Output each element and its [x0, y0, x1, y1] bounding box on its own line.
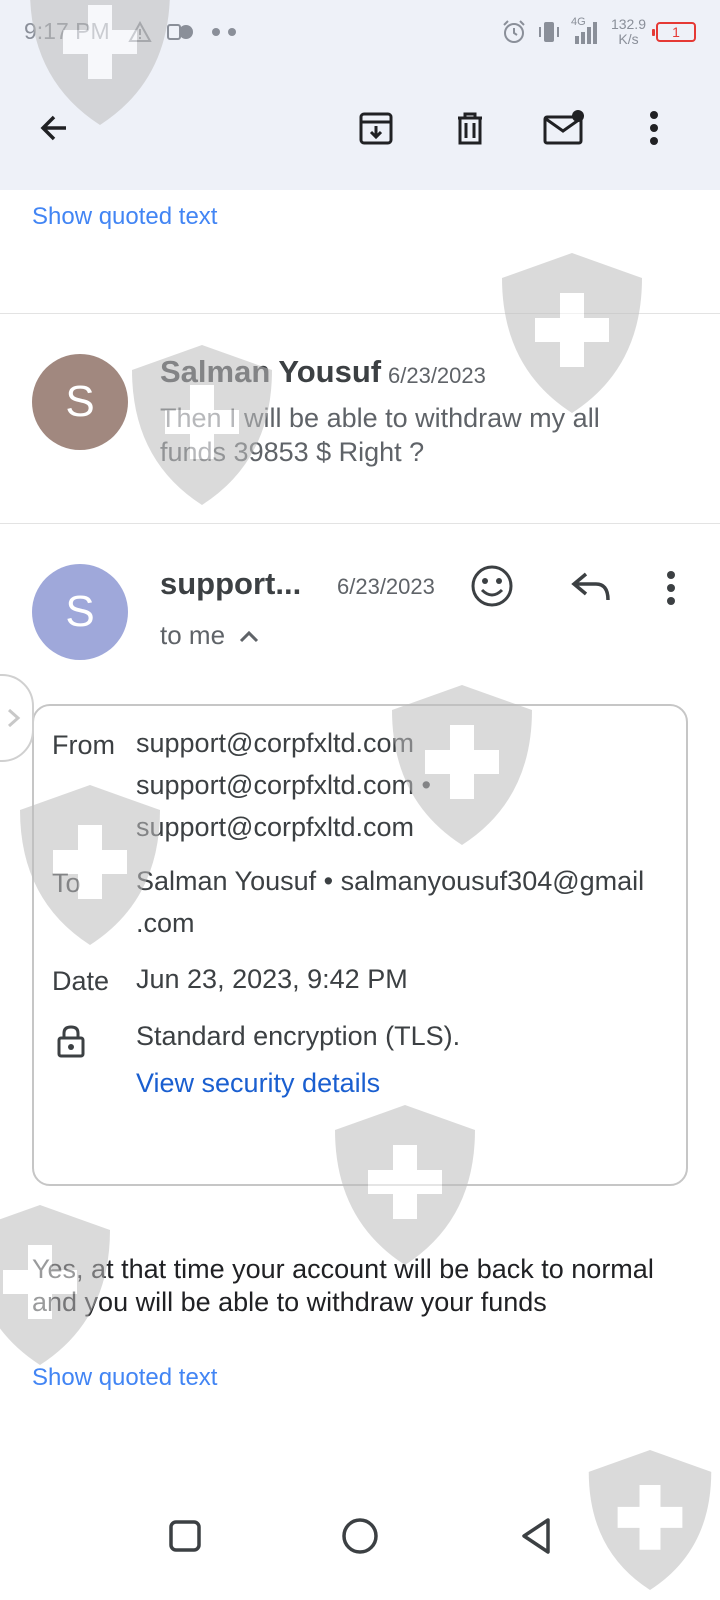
- back-button[interactable]: [26, 100, 82, 156]
- date-label: Date: [52, 966, 110, 996]
- avatar[interactable]: S: [32, 564, 128, 660]
- message-date: 6/23/2023: [337, 574, 435, 599]
- back-triangle-icon: [522, 1518, 550, 1554]
- delete-button[interactable]: [442, 100, 498, 156]
- email-toolbar: [0, 80, 720, 176]
- signal-icon: 4G: [571, 16, 601, 46]
- to-label: To: [52, 868, 81, 898]
- message-more-button[interactable]: [666, 570, 686, 610]
- warning-icon: [128, 21, 152, 42]
- from-line: support@corpfxltd.com •: [136, 770, 431, 800]
- recents-square-icon: [169, 1520, 201, 1552]
- reply-icon: [571, 572, 610, 601]
- date-value: Jun 23, 2023, 9:42 PM: [136, 964, 408, 994]
- archive-button[interactable]: [348, 100, 404, 156]
- more-notifications-icon: [212, 28, 236, 36]
- chevron-right-icon: [8, 708, 21, 728]
- system-navigation-bar: [0, 1472, 720, 1600]
- to-line: Salman Yousuf • salmanyousuf304@gmail: [136, 866, 645, 896]
- recents-button[interactable]: [157, 1508, 213, 1564]
- home-button[interactable]: [332, 1508, 388, 1564]
- from-line: support@corpfxltd.com: [136, 728, 415, 758]
- from-line: support@corpfxltd.com: [136, 812, 415, 842]
- avatar-letter: S: [65, 377, 95, 426]
- network-speed-unit: K/s: [618, 31, 639, 47]
- message-body: Yes, at that time your account will be b…: [32, 1254, 654, 1317]
- mark-unread-icon: [543, 110, 584, 145]
- home-circle-icon: [342, 1518, 378, 1554]
- more-vert-icon: [667, 571, 675, 605]
- network-speed-value: 132.9: [610, 16, 646, 32]
- archive-icon: [359, 112, 393, 145]
- vibrate-icon: [538, 22, 559, 42]
- back-nav-button[interactable]: [508, 1508, 564, 1564]
- recipient-summary: to me: [160, 620, 226, 650]
- delete-icon: [458, 112, 482, 145]
- lock-icon: [57, 1025, 85, 1058]
- status-left-icons: [128, 18, 240, 46]
- message-details-card: From support@corpfxltd.com support@corpf…: [32, 704, 688, 1186]
- from-label: From: [52, 730, 115, 760]
- view-security-details-link[interactable]: View security details: [136, 1062, 676, 1104]
- recipient-toggle[interactable]: to me: [160, 620, 259, 651]
- expanded-message-header: S support... 6/23/2023 to me: [0, 524, 720, 694]
- more-vert-icon: [650, 111, 658, 145]
- show-quoted-text-top[interactable]: Show quoted text: [32, 203, 217, 231]
- show-quoted-text[interactable]: Show quoted text: [32, 1364, 217, 1392]
- to-line: .com: [136, 908, 195, 938]
- alarm-icon: [503, 20, 525, 43]
- avatar-letter: S: [65, 587, 95, 636]
- emoji-reaction-button[interactable]: [470, 564, 522, 616]
- message-date: 6/23/2023: [388, 363, 486, 388]
- status-time: 9:17 PM: [24, 18, 110, 44]
- sender-name: Salman Yousuf: [160, 354, 382, 389]
- back-arrow-icon: [40, 115, 66, 141]
- to-value: Salman Yousuf • salmanyousuf304@gmail .c…: [136, 860, 676, 944]
- mark-unread-button[interactable]: [536, 100, 592, 156]
- message-snippet: Then I will be able to withdraw my all f…: [160, 403, 600, 467]
- status-bar: 9:17 PM 4G 132.9 K/s 1: [0, 0, 720, 64]
- app-notification-icon: [167, 24, 193, 40]
- top-app-area: 9:17 PM 4G 132.9 K/s 1: [0, 0, 720, 190]
- avatar[interactable]: S: [32, 354, 128, 450]
- battery-level: 1: [672, 24, 680, 40]
- reply-button[interactable]: [570, 568, 618, 616]
- battery-icon: 1: [652, 22, 696, 42]
- chevron-up-icon: [239, 630, 259, 642]
- encryption-text: Standard encryption (TLS).: [136, 1021, 461, 1051]
- network-speed: 132.9 K/s: [611, 17, 646, 47]
- more-options-button[interactable]: [626, 100, 682, 156]
- from-value: support@corpfxltd.com support@corpfxltd.…: [136, 722, 676, 848]
- emoji-icon: [471, 565, 513, 607]
- status-right-icons: 4G 132.9 K/s 1: [501, 14, 696, 50]
- sender-name: support...: [160, 566, 302, 601]
- collapsed-message[interactable]: S Salman Yousuf 6/23/2023 Then I will be…: [0, 314, 720, 524]
